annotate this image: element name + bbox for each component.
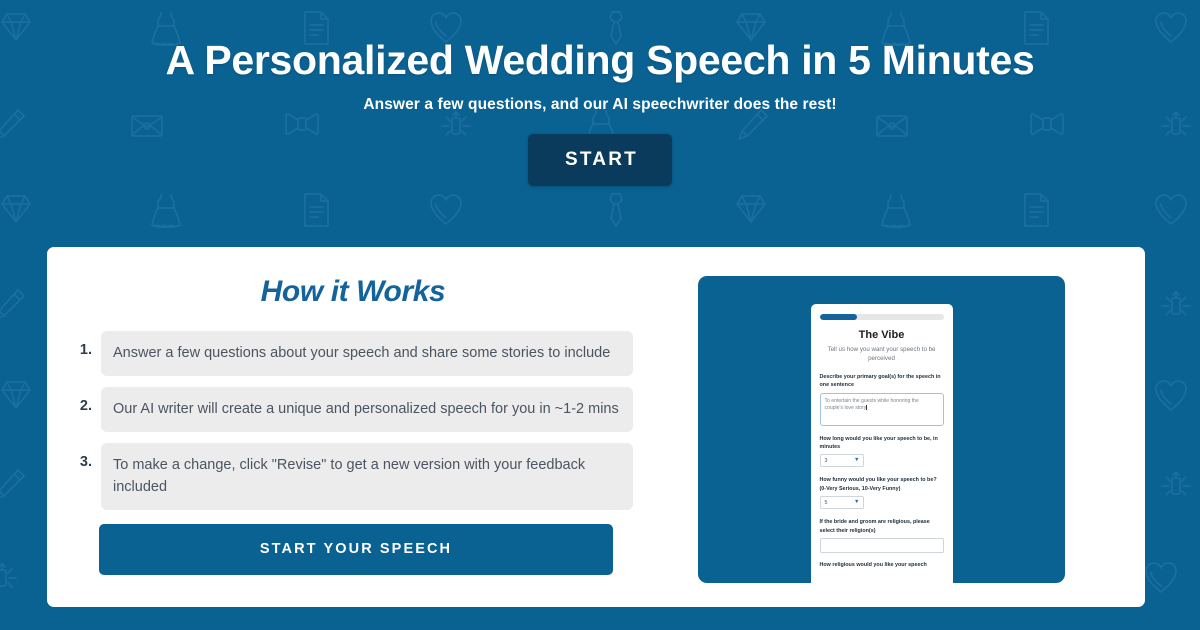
field-label: How funny would you like your speech to … [819,477,937,492]
steps-list: 1. Answer a few questions about your spe… [73,331,633,511]
list-item: 2. Our AI writer will create a unique an… [73,387,633,433]
how-it-works-heading: How it Works [260,275,446,308]
form-field-length: How long would you like your speech to b… [819,435,944,468]
form-field-goal: Describe your primary goal(s) for the sp… [819,373,944,426]
goal-textarea[interactable]: To entertain the guests while honoring t… [819,392,944,426]
start-your-speech-button[interactable]: START YOUR SPEECH [99,524,613,576]
phone-mockup: The Vibe Tell us how you want your speec… [810,304,953,583]
humor-level-select[interactable]: 5 ▼ [819,496,864,510]
field-label: Describe your primary goal(s) for the sp… [819,373,941,389]
form-field-religion: If the bride and groom are religious, pl… [819,518,944,553]
step-text: To make a change, click "Revise" to get … [101,443,633,511]
how-it-works-column: How it Works 1. Answer a few questions a… [47,247,667,607]
start-button[interactable]: START [528,133,672,186]
progress-bar [819,314,944,320]
field-label: How long would you like your speech to b… [819,435,938,451]
humor-level-value: 5 [824,499,828,506]
page-title: A Personalized Wedding Speech in 5 Minut… [165,37,1035,83]
step-text: Our AI writer will create a unique and p… [101,387,633,433]
list-item: 1. Answer a few questions about your spe… [73,331,633,377]
step-number: 2. [79,398,92,415]
chevron-down-icon: ▼ [854,457,860,464]
field-label: If the bride and groom are religious, pl… [819,519,930,534]
list-item: 3. To make a change, click "Revise" to g… [73,443,633,511]
page-root: A Personalized Wedding Speech in 5 Minut… [0,0,1200,630]
step-number: 3. [79,454,92,471]
preview-column: The Vibe Tell us how you want your speec… [667,247,1145,607]
text-caret [866,405,868,411]
progress-bar-fill [819,314,857,320]
step-text: Answer a few questions about your speech… [101,331,633,377]
app-preview-panel: The Vibe Tell us how you want your speec… [698,276,1065,583]
hero-section: A Personalized Wedding Speech in 5 Minut… [0,0,1200,186]
step-number: 1. [79,342,92,358]
info-card: How it Works 1. Answer a few questions a… [47,247,1145,607]
goal-textarea-value: To entertain the guests while honoring t… [824,397,919,412]
speech-length-value: 3 [824,457,828,464]
preview-step-subtitle: Tell us how you want your speech to be p… [827,346,936,362]
page-subtitle: Answer a few questions, and our AI speec… [363,95,837,113]
religion-input[interactable] [819,537,944,553]
chevron-down-icon: ▼ [854,498,860,505]
preview-step-title: The Vibe [858,329,905,341]
field-label-religiousness: How religious would you like your speech [819,561,927,568]
speech-length-select[interactable]: 3 ▼ [819,454,864,468]
form-field-humor: How funny would you like your speech to … [819,476,944,510]
